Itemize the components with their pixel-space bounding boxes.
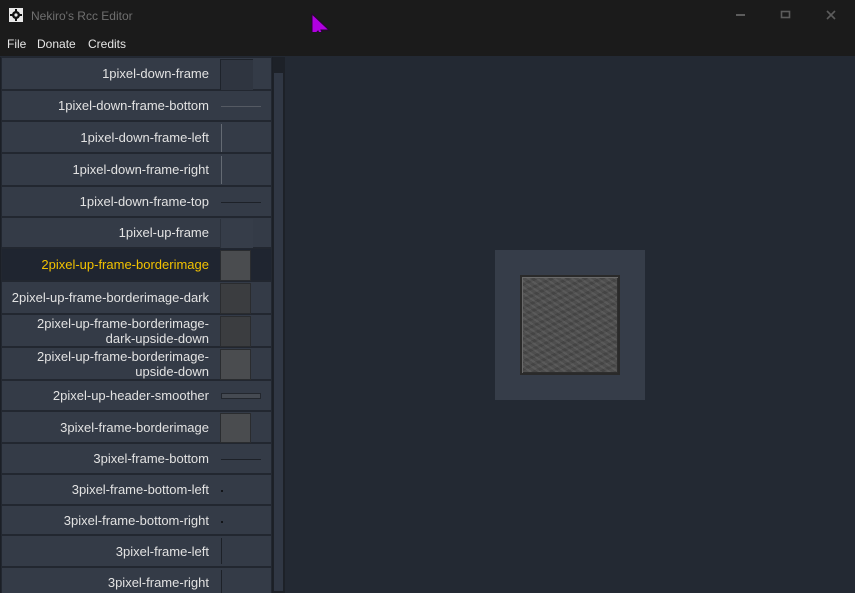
list-item-thumbnail	[220, 250, 251, 281]
list-item[interactable]: 3pixel-frame-borderimage	[1, 411, 272, 443]
list-item-label: 1pixel-down-frame	[102, 66, 209, 81]
list-item-thumbnail	[221, 124, 222, 152]
list-item-label: 3pixel-frame-bottom-right	[63, 512, 209, 528]
list-item-thumbnail	[220, 283, 251, 314]
list-item-label: 1pixel-up-frame	[118, 225, 209, 240]
scrollbar[interactable]	[273, 57, 285, 593]
list-item[interactable]: 2pixel-up-frame-borderimage- upside-down	[1, 347, 272, 380]
list-item[interactable]: 3pixel-frame-bottom-right	[1, 505, 272, 535]
list-item-label: 2pixel-up-frame-borderimage-dark	[11, 290, 209, 305]
scrollbar-thumb[interactable]	[274, 73, 283, 591]
list-item-thumbnail	[221, 202, 261, 203]
list-item-thumbnail	[220, 59, 253, 91]
list-item-thumbnail	[221, 106, 261, 107]
list-item-label: 1pixel-down-frame-bottom	[57, 98, 209, 113]
list-item-label: 1pixel-down-frame-top	[79, 194, 209, 209]
list-item-label: 1pixel-down-frame-right	[72, 162, 209, 177]
list-item-label: 1pixel-down-frame-left	[80, 129, 209, 145]
list-item-thumbnail	[220, 349, 251, 380]
list-item-thumbnail	[221, 490, 223, 492]
list-item-label: 3pixel-frame-borderimage	[60, 419, 209, 435]
list-item[interactable]: 1pixel-down-frame-bottom	[1, 90, 272, 121]
list-item-thumbnail	[221, 393, 261, 399]
list-item-label: 3pixel-frame-left	[115, 543, 209, 559]
list-item[interactable]: 1pixel-down-frame-top	[1, 186, 272, 217]
list-item-thumbnail	[221, 570, 222, 593]
list-item-label: 3pixel-frame-right	[107, 574, 209, 590]
image-preview	[495, 250, 645, 400]
menu-file[interactable]: File	[7, 37, 26, 51]
list-item-thumbnail	[221, 459, 261, 460]
list-item-label: 3pixel-frame-bottom-left	[71, 482, 209, 497]
maximize-button[interactable]	[766, 4, 806, 26]
menu-donate[interactable]: Donate	[37, 37, 76, 51]
list-item[interactable]: 2pixel-up-frame-borderimage-dark	[1, 281, 272, 314]
list-item[interactable]: 3pixel-frame-bottom	[1, 443, 272, 474]
list-item-thumbnail	[220, 413, 251, 443]
list-item-thumbnail	[221, 521, 223, 523]
list-item[interactable]: 3pixel-frame-left	[1, 535, 272, 567]
menu-credits[interactable]: Credits	[88, 37, 126, 51]
list-item-thumbnail	[220, 219, 253, 248]
preview-borderimage-texture	[520, 275, 620, 375]
window-title: Nekiro's Rcc Editor	[31, 9, 133, 23]
list-item[interactable]: 2pixel-up-frame-borderimage	[1, 248, 272, 281]
list-item-thumbnail	[221, 538, 222, 564]
list-item-label: 2pixel-up-header-smoother	[52, 388, 209, 403]
list-item[interactable]: 1pixel-down-frame-left	[1, 121, 272, 153]
list-item-label: 2pixel-up-frame-borderimage	[41, 257, 209, 272]
image-list[interactable]: 1pixel-down-frame 1pixel-down-frame-botto…	[0, 57, 285, 593]
list-item-label: 2pixel-up-frame-borderimage- dark-upside…	[37, 315, 209, 346]
list-item[interactable]: 3pixel-frame-bottom-left	[1, 474, 272, 505]
list-item-thumbnail	[220, 316, 251, 347]
maximize-icon	[780, 10, 791, 19]
list-item-label: 2pixel-up-frame-borderimage- upside-down	[37, 348, 209, 379]
list-item[interactable]: 2pixel-up-header-smoother	[1, 380, 272, 411]
list-item[interactable]: 1pixel-down-frame-right	[1, 153, 272, 186]
list-item-thumbnail	[221, 156, 222, 184]
list-item[interactable]: 1pixel-down-frame	[1, 57, 272, 91]
menu-bar: File Donate Credits	[0, 32, 855, 56]
minimize-button[interactable]	[721, 4, 761, 26]
list-item[interactable]: 3pixel-frame-right	[1, 567, 272, 593]
close-button[interactable]	[811, 4, 851, 26]
list-item[interactable]: 2pixel-up-frame-borderimage- dark-upside…	[1, 314, 272, 347]
list-item[interactable]: 1pixel-up-frame	[1, 217, 272, 248]
minimize-icon	[736, 14, 745, 16]
app-gear-icon	[9, 8, 23, 22]
title-bar: Nekiro's Rcc Editor	[0, 0, 855, 32]
close-icon	[826, 10, 836, 20]
list-item-label: 3pixel-frame-bottom	[93, 451, 209, 466]
